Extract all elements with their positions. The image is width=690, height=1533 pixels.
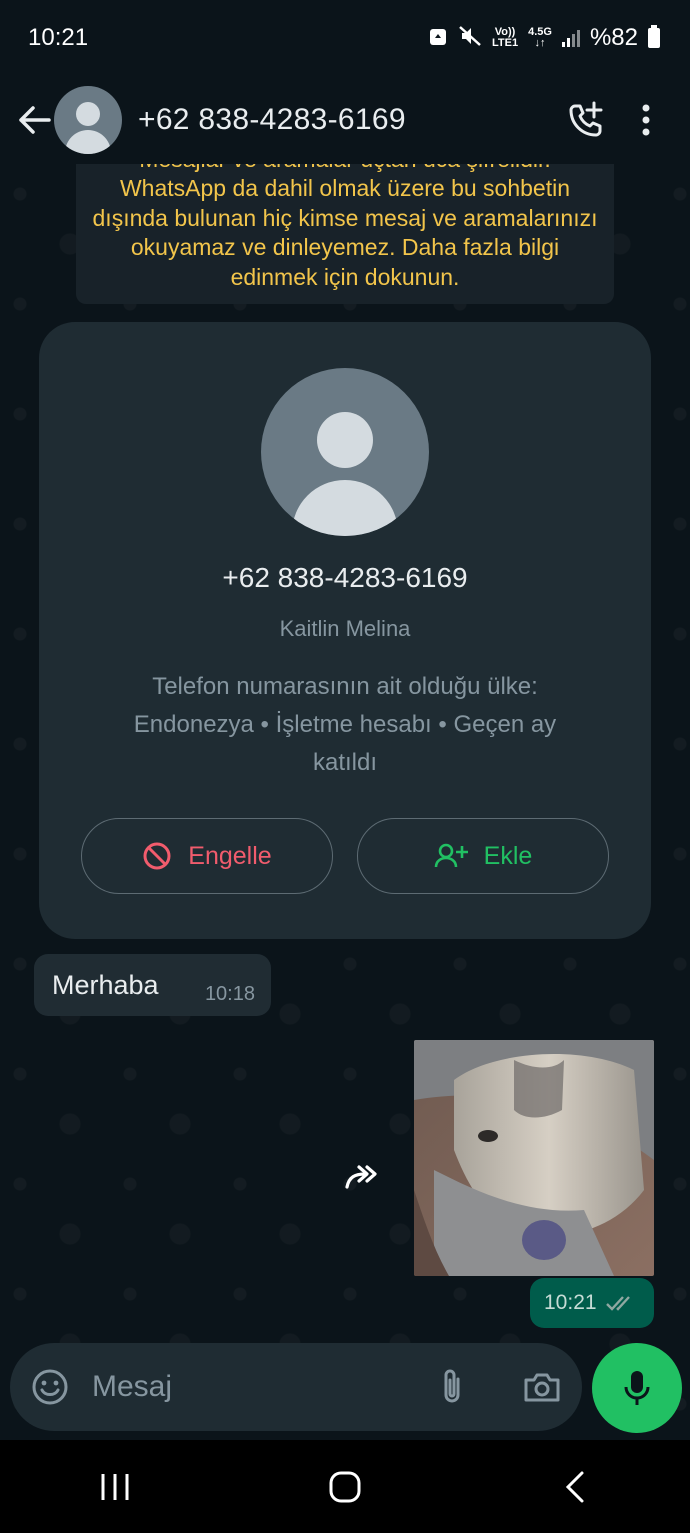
block-icon xyxy=(143,842,171,870)
camera-icon xyxy=(524,1373,560,1402)
block-label: Engelle xyxy=(188,841,272,870)
voice-record-button[interactable] xyxy=(592,1343,682,1433)
contact-avatar[interactable] xyxy=(54,86,122,154)
status-icons: Vo)) LTE1 4.5G ↓↑ %82 xyxy=(428,24,660,52)
contact-avatar-large xyxy=(261,368,429,536)
home-button[interactable] xyxy=(305,1447,385,1527)
chat-header: +62 838-4283-6169 xyxy=(0,76,690,164)
incoming-message[interactable]: Merhaba 10:18 xyxy=(34,954,271,1016)
contact-number: +62 838-4283-6169 xyxy=(222,562,468,593)
camera-button[interactable] xyxy=(520,1365,564,1409)
message-text: Merhaba xyxy=(52,969,159,1000)
network-indicator: 4.5G ↓↑ xyxy=(528,26,552,49)
microphone-icon xyxy=(624,1371,650,1405)
kebab-menu-icon xyxy=(642,104,650,136)
recycle-icon xyxy=(428,25,448,52)
arrow-left-icon xyxy=(19,106,51,134)
image-message[interactable] xyxy=(414,1040,654,1276)
double-check-icon xyxy=(605,1296,630,1311)
status-bar: 10:21 Vo)) LTE1 4.5G ↓↑ %82 xyxy=(0,0,690,76)
system-back-button[interactable] xyxy=(535,1447,615,1527)
encryption-notice-text: Mesajlar ve aramalar uçtan uca şifrelidi… xyxy=(92,164,598,290)
more-options-button[interactable] xyxy=(616,90,676,150)
outgoing-message-meta: 10:21 xyxy=(530,1278,654,1328)
add-contact-button[interactable]: Ekle xyxy=(357,818,609,894)
add-call-button[interactable] xyxy=(556,90,616,150)
chat-area[interactable]: Mesajlar ve aramalar uçtan uca şifrelidi… xyxy=(0,164,690,1440)
message-composer: Mesaj xyxy=(10,1343,582,1431)
mute-icon xyxy=(458,25,482,52)
message-time: 10:21 xyxy=(544,1291,597,1314)
signal-icon xyxy=(561,29,580,47)
home-icon xyxy=(329,1471,361,1502)
contact-details: Telefon numarasının ait olduğu ülke: End… xyxy=(133,673,557,776)
contact-name: Kaitlin Melina xyxy=(279,616,411,641)
battery-icon xyxy=(648,25,660,48)
emoji-button[interactable] xyxy=(28,1365,72,1409)
system-nav-bar xyxy=(0,1440,690,1533)
forward-button[interactable] xyxy=(332,1146,394,1208)
volte-indicator: Vo)) LTE1 xyxy=(492,26,519,49)
person-add-icon xyxy=(434,843,468,868)
back-button[interactable] xyxy=(14,100,54,140)
block-button[interactable]: Engelle xyxy=(81,818,333,894)
add-label: Ekle xyxy=(483,841,533,870)
contact-title[interactable]: +62 838-4283-6169 xyxy=(138,103,556,137)
encryption-notice[interactable]: Mesajlar ve aramalar uçtan uca şifrelidi… xyxy=(76,164,614,304)
status-time: 10:21 xyxy=(28,24,89,51)
attach-button[interactable] xyxy=(430,1365,474,1409)
chevron-left-icon xyxy=(565,1471,584,1502)
contact-info-card: +62 838-4283-6169 Kaitlin Melina Telefon… xyxy=(39,322,651,939)
recent-apps-button[interactable] xyxy=(75,1447,155,1527)
paperclip-icon xyxy=(444,1369,460,1403)
emoji-icon xyxy=(32,1369,68,1405)
message-time: 10:18 xyxy=(204,983,255,1005)
phone-plus-icon xyxy=(569,101,603,137)
forward-icon xyxy=(345,1165,377,1189)
message-input[interactable]: Mesaj xyxy=(92,1370,430,1404)
battery-percent: %82 xyxy=(589,24,638,51)
recent-apps-icon xyxy=(101,1473,129,1500)
